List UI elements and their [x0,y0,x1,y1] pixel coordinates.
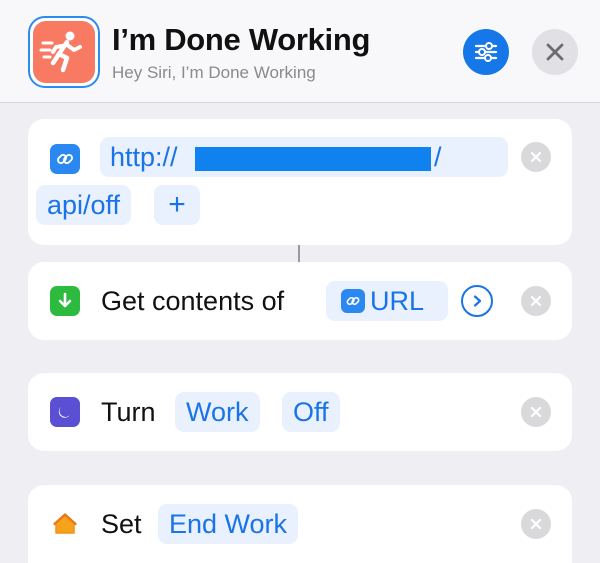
link-icon [341,289,365,313]
shortcut-app-icon[interactable] [28,16,100,88]
running-figure-icon [33,21,95,83]
moon-icon [50,397,80,427]
download-arrow-icon [50,286,80,316]
scene-token[interactable]: End Work [158,504,299,544]
action-label: Set [101,509,142,539]
url-variable-label: URL [370,286,425,316]
focus-mode-token[interactable]: Work [175,392,260,432]
close-icon [530,151,542,163]
shortcut-subtitle: Hey Siri, I’m Done Working [112,63,316,82]
shortcut-title[interactable]: I’m Done Working [112,22,370,58]
focus-action-card[interactable]: Turn Work Off [28,373,572,451]
home-action-card[interactable]: Set End Work [28,485,572,563]
close-icon [530,295,542,307]
url-prefix: http:// [110,142,178,172]
remove-action-button[interactable] [521,142,551,172]
focus-state-token[interactable]: Off [282,392,340,432]
link-icon [50,144,80,174]
remove-action-button[interactable] [521,397,551,427]
get-contents-action-card[interactable]: Get contents of URL [28,262,572,340]
action-label: Turn [101,397,156,427]
expand-details-button[interactable] [461,285,493,317]
close-icon [530,518,542,530]
home-icon [50,509,80,539]
close-icon [530,406,542,418]
close-icon [546,43,564,61]
url-action-card[interactable]: http:// / api/off + [28,119,572,245]
sliders-icon [474,42,498,62]
remove-action-button[interactable] [521,509,551,539]
close-button[interactable] [532,29,578,75]
action-label: Get contents of [101,286,285,316]
shortcut-header: I’m Done Working Hey Siri, I’m Done Work… [0,0,600,103]
settings-button[interactable] [463,29,509,75]
redacted-host [195,147,431,171]
remove-action-button[interactable] [521,286,551,316]
url-suffix: / [434,142,442,172]
action-connector [298,245,300,262]
url-path-field[interactable]: api/off [36,185,132,225]
chevron-right-icon [473,295,482,307]
add-variable-button[interactable]: + [154,185,200,225]
